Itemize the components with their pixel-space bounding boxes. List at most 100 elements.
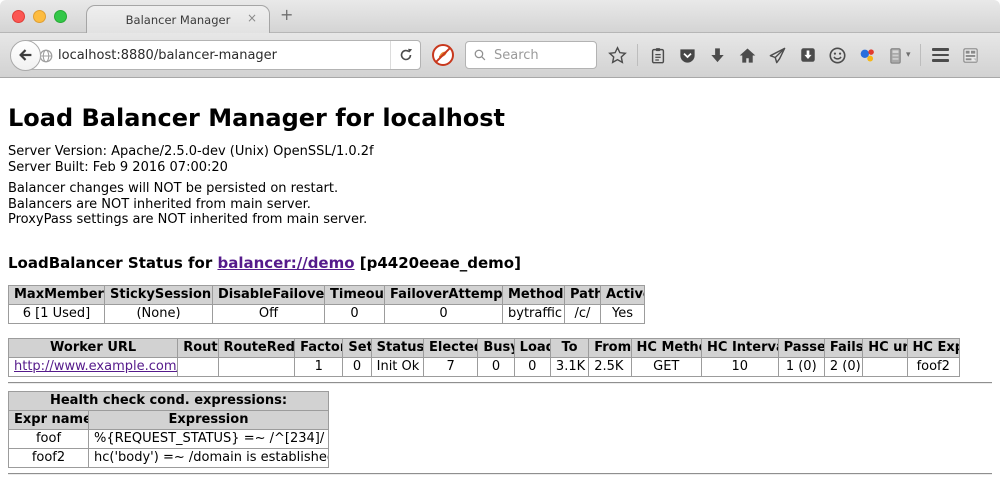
new-tab-button[interactable]: + (280, 7, 293, 23)
expression-cell: hc('body') =~ /domain is established/ (89, 448, 329, 467)
column-header: Busy (478, 338, 514, 357)
table-header-row: Expr name Expression (9, 410, 329, 429)
column-header: HC Expr (907, 338, 960, 357)
table-cell: foof2 (907, 357, 960, 376)
worker-url-cell: http://www.example.com/ (9, 357, 178, 376)
toolbar-separator (637, 44, 638, 66)
expr-name-cell: foof (9, 429, 89, 448)
browser-window: Balancer Manager × + localhost:8880/bala… (0, 0, 1000, 491)
battery-extension-icon (887, 46, 904, 65)
tab-title: Balancer Manager (126, 13, 231, 27)
table-cell: Init Ok (371, 357, 423, 376)
pocket-icon[interactable] (677, 43, 698, 67)
expression-cell: %{REQUEST_STATUS} =~ /^[234]/ (89, 429, 329, 448)
table-cell: (None) (105, 304, 213, 323)
column-header: DisableFailover (213, 285, 325, 304)
back-button[interactable] (10, 40, 41, 71)
column-header: Active (601, 285, 645, 304)
smiley-extension-icon[interactable] (827, 43, 848, 67)
note-line: ProxyPass settings are NOT inherited fro… (8, 212, 992, 228)
column-header: Expression (89, 410, 329, 429)
table-cell: 3.1K (550, 357, 588, 376)
section-divider (8, 382, 992, 384)
column-header: RouteRedir (218, 338, 295, 357)
table-header-row: MaxMembers StickySession DisableFailover… (9, 285, 645, 304)
back-arrow-icon (17, 46, 35, 64)
table-row: foof %{REQUEST_STATUS} =~ /^[234]/ (9, 429, 329, 448)
page-title: Load Balancer Manager for localhost (8, 104, 992, 132)
worker-table: Worker URL Route RouteRedir Factor Set S… (8, 338, 960, 377)
extension-download-icon[interactable] (797, 43, 818, 67)
tab-close-icon[interactable]: × (247, 12, 257, 24)
table-cell: GET (631, 357, 702, 376)
column-header: MaxMembers (9, 285, 105, 304)
balancer-demo-link[interactable]: balancer://demo (217, 254, 354, 272)
menu-hamburger-icon[interactable] (930, 43, 951, 67)
window-controls (12, 10, 67, 23)
health-table-title: Health check cond. expressions: (9, 391, 329, 410)
balancer-parameters-table: MaxMembers StickySession DisableFailover… (8, 285, 645, 324)
table-row: 6 [1 Used] (None) Off 0 0 bytraffic /c/ … (9, 304, 645, 323)
url-text[interactable]: localhost:8880/balancer-manager (58, 48, 390, 63)
column-header: HC Interval (702, 338, 779, 357)
toolbar-icons: ▾ (607, 43, 990, 67)
table-cell: Yes (601, 304, 645, 323)
table-cell: 1 (295, 357, 343, 376)
close-window-button[interactable] (12, 10, 25, 23)
status-heading-prefix: LoadBalancer Status for (8, 254, 212, 272)
screenshot-extension-icon[interactable] (960, 43, 981, 67)
column-header: Fails (824, 338, 862, 357)
column-header: Path (565, 285, 601, 304)
table-cell: Off (213, 304, 325, 323)
worker-url-link[interactable]: http://www.example.com/ (14, 359, 178, 374)
table-cell: 0 (478, 357, 514, 376)
column-header: HC Method (631, 338, 702, 357)
dropdown-caret-icon: ▾ (906, 50, 911, 60)
column-header: Timeout (325, 285, 385, 304)
reading-list-icon[interactable] (647, 43, 668, 67)
minimize-window-button[interactable] (33, 10, 46, 23)
table-cell (218, 357, 295, 376)
note-line: Balancer changes will NOT be persisted o… (8, 181, 992, 197)
page-content: Load Balancer Manager for localhost Serv… (0, 78, 1000, 491)
column-header: Worker URL (9, 338, 178, 357)
sidebar-extension-group[interactable]: ▾ (887, 46, 911, 65)
column-header: Method (503, 285, 565, 304)
table-cell: 0 (514, 357, 550, 376)
table-cell: 2.5K (589, 357, 631, 376)
column-header: FailoverAttempts (385, 285, 503, 304)
server-built-line: Server Built: Feb 9 2016 07:00:20 (8, 160, 992, 176)
server-notes: Balancer changes will NOT be persisted o… (8, 181, 992, 228)
table-cell: bytraffic (503, 304, 565, 323)
url-bar[interactable]: localhost:8880/balancer-manager (25, 40, 421, 70)
search-input[interactable] (492, 47, 584, 64)
column-header: Route (178, 338, 218, 357)
column-header: To (550, 338, 588, 357)
send-tab-icon[interactable] (767, 43, 788, 67)
table-header-row: Worker URL Route RouteRedir Factor Set S… (9, 338, 960, 357)
column-header: StickySession (105, 285, 213, 304)
search-icon (473, 48, 487, 62)
table-cell: 0 (343, 357, 371, 376)
home-icon[interactable] (737, 43, 758, 67)
search-box[interactable] (465, 41, 597, 69)
table-row: http://www.example.com/ 1 0 Init Ok 7 0 … (9, 357, 960, 376)
table-cell: 7 (424, 357, 478, 376)
downloads-icon[interactable] (707, 43, 728, 67)
content-blocked-button[interactable] (430, 42, 456, 68)
bookmark-star-icon[interactable] (607, 43, 628, 67)
table-cell: 6 [1 Used] (9, 304, 105, 323)
table-cell (178, 357, 218, 376)
column-header: From (589, 338, 631, 357)
column-header: Factor (295, 338, 343, 357)
color-dots-extension-icon[interactable] (857, 43, 878, 67)
column-header: Load (514, 338, 550, 357)
reload-icon (398, 47, 414, 63)
note-line: Balancers are NOT inherited from main se… (8, 197, 992, 213)
server-version-line: Server Version: Apache/2.5.0-dev (Unix) … (8, 144, 992, 160)
tab-balancer-manager[interactable]: Balancer Manager × (86, 5, 270, 33)
reload-button[interactable] (390, 41, 420, 69)
table-cell: /c/ (565, 304, 601, 323)
column-header: Status (371, 338, 423, 357)
zoom-window-button[interactable] (54, 10, 67, 23)
